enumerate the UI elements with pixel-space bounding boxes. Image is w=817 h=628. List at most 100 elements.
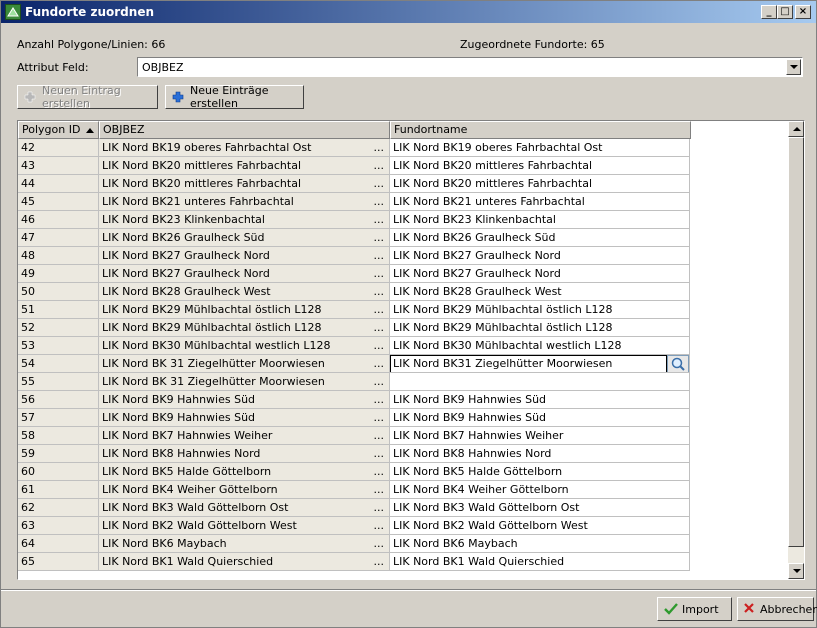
fundortname-edit-input[interactable]: LIK Nord BK31 Ziegelhütter Moorwiesen <box>390 355 667 372</box>
fundortname-cell[interactable]: LIK Nord BK4 Weiher Göttelborn <box>390 481 690 499</box>
table-row[interactable]: 56 LIK Nord BK9 Hahnwies Süd... LIK Nord B… <box>18 391 690 409</box>
vertical-scrollbar[interactable] <box>788 121 804 579</box>
ellipsis-button[interactable]: ... <box>374 193 385 210</box>
ellipsis-button[interactable]: ... <box>374 553 385 570</box>
fundortname-cell[interactable]: LIK Nord BK20 mittleres Fahrbachtal <box>390 157 690 175</box>
fundortname-cell[interactable]: LIK Nord BK6 Maybach <box>390 535 690 553</box>
scroll-up-button[interactable] <box>788 121 804 137</box>
table-row[interactable]: 64 LIK Nord BK6 Maybach... LIK Nord BK6 Ma… <box>18 535 690 553</box>
fundortname-cell[interactable]: LIK Nord BK19 oberes Fahrbachtal Ost <box>390 139 690 157</box>
fundortname-cell[interactable]: LIK Nord BK8 Hahnwies Nord <box>390 445 690 463</box>
ellipsis-button[interactable]: ... <box>374 373 385 390</box>
ellipsis-button[interactable]: ... <box>374 427 385 444</box>
column-header-fundortname[interactable]: Fundortname <box>390 121 691 139</box>
table-row[interactable]: 47 LIK Nord BK26 Graulheck Süd... LIK Nord… <box>18 229 690 247</box>
table-row[interactable]: 48 LIK Nord BK27 Graulheck Nord... LIK Nor… <box>18 247 690 265</box>
ellipsis-button[interactable]: ... <box>374 301 385 318</box>
fundortname-cell[interactable]: LIK Nord BK27 Graulheck Nord <box>390 265 690 283</box>
table-row[interactable]: 49 LIK Nord BK27 Graulheck Nord... LIK Nor… <box>18 265 690 283</box>
fundortname-cell[interactable]: LIK Nord BK3 Wald Göttelborn Ost <box>390 499 690 517</box>
new-entry-button[interactable]: Neuen Eintrag erstellen <box>17 84 158 110</box>
column-header-objbez[interactable]: OBJBEZ <box>99 121 390 139</box>
fundortname-cell[interactable]: LIK Nord BK27 Graulheck Nord <box>390 247 690 265</box>
table-row[interactable]: 65 LIK Nord BK1 Wald Quierschied... LIK No… <box>18 553 690 571</box>
minimize-button[interactable]: _ <box>761 5 777 19</box>
ellipsis-button[interactable]: ... <box>374 409 385 426</box>
import-button[interactable]: Import <box>657 597 732 621</box>
table-row[interactable]: 58 LIK Nord BK7 Hahnwies Weiher... LIK Nor… <box>18 427 690 445</box>
table-row[interactable]: 55 LIK Nord BK 31 Ziegelhütter Moorwiesen… <box>18 373 690 391</box>
maximize-button[interactable]: □ <box>777 5 793 19</box>
table-row[interactable]: 60 LIK Nord BK5 Halde Göttelborn... LIK No… <box>18 463 690 481</box>
table-row[interactable]: 52 LIK Nord BK29 Mühlbachtal östlich L128… <box>18 319 690 337</box>
table-row[interactable]: 43 LIK Nord BK20 mittleres Fahrbachtal...… <box>18 157 690 175</box>
polygon-id-cell: 58 <box>18 427 99 445</box>
ellipsis-button[interactable]: ... <box>374 445 385 462</box>
table-row[interactable]: 59 LIK Nord BK8 Hahnwies Nord... LIK Nord … <box>18 445 690 463</box>
polygon-id-cell: 54 <box>18 355 99 373</box>
fundortname-cell[interactable] <box>390 373 690 391</box>
scroll-thumb[interactable] <box>788 137 804 547</box>
arrow-up-icon <box>793 127 801 131</box>
fundortname-cell[interactable]: LIK Nord BK20 mittleres Fahrbachtal <box>390 175 690 193</box>
fundortname-cell[interactable]: LIK Nord BK7 Hahnwies Weiher <box>390 427 690 445</box>
polygon-id-cell: 51 <box>18 301 99 319</box>
table-row[interactable]: 53 LIK Nord BK30 Mühlbachtal westlich L12… <box>18 337 690 355</box>
fundortname-cell[interactable]: LIK Nord BK2 Wald Göttelborn West <box>390 517 690 535</box>
attribute-field-select[interactable]: OBJBEZ <box>137 57 803 77</box>
chevron-down-icon[interactable] <box>786 59 801 75</box>
fundortname-cell[interactable]: LIK Nord BK9 Hahnwies Süd <box>390 391 690 409</box>
table-row[interactable]: 54 LIK Nord BK 31 Ziegelhütter Moorwiesen… <box>18 355 690 373</box>
fundortname-cell[interactable]: LIK Nord BK9 Hahnwies Süd <box>390 409 690 427</box>
fundortname-cell[interactable]: LIK Nord BK29 Mühlbachtal östlich L128 <box>390 319 690 337</box>
table-row[interactable]: 50 LIK Nord BK28 Graulheck West... LIK Nor… <box>18 283 690 301</box>
scroll-down-button[interactable] <box>788 563 804 579</box>
table-row[interactable]: 45 LIK Nord BK21 unteres Fahrbachtal... LI… <box>18 193 690 211</box>
fundortname-cell[interactable]: LIK Nord BK1 Wald Quierschied <box>390 553 690 571</box>
fundortname-cell[interactable]: LIK Nord BK26 Graulheck Süd <box>390 229 690 247</box>
objbez-text: LIK Nord BK21 unteres Fahrbachtal <box>102 195 294 208</box>
ellipsis-button[interactable]: ... <box>374 265 385 282</box>
ellipsis-button[interactable]: ... <box>374 211 385 228</box>
fundortname-cell[interactable]: LIK Nord BK29 Mühlbachtal östlich L128 <box>390 301 690 319</box>
table-row[interactable]: 46 LIK Nord BK23 Klinkenbachtal... LIK Nor… <box>18 211 690 229</box>
table-row[interactable]: 61 LIK Nord BK4 Weiher Göttelborn... LIK N… <box>18 481 690 499</box>
fundortname-cell[interactable]: LIK Nord BK21 unteres Fahrbachtal <box>390 193 690 211</box>
objbez-cell: LIK Nord BK1 Wald Quierschied... <box>99 553 390 571</box>
ellipsis-button[interactable]: ... <box>374 517 385 534</box>
table-row[interactable]: 44 LIK Nord BK20 mittleres Fahrbachtal...… <box>18 175 690 193</box>
table-row[interactable]: 51 LIK Nord BK29 Mühlbachtal östlich L128… <box>18 301 690 319</box>
table-row[interactable]: 57 LIK Nord BK9 Hahnwies Süd... LIK Nord B… <box>18 409 690 427</box>
assignment-table[interactable]: Polygon ID OBJBEZ Fundortname 42 LIK Nord… <box>17 120 805 580</box>
ellipsis-button[interactable]: ... <box>374 481 385 498</box>
ellipsis-button[interactable]: ... <box>374 283 385 300</box>
table-row[interactable]: 63 LIK Nord BK2 Wald Göttelborn West... LI… <box>18 517 690 535</box>
ellipsis-button[interactable]: ... <box>374 247 385 264</box>
table-row[interactable]: 62 LIK Nord BK3 Wald Göttelborn Ost... LIK… <box>18 499 690 517</box>
ellipsis-button[interactable]: ... <box>374 175 385 192</box>
ellipsis-button[interactable]: ... <box>374 157 385 174</box>
ellipsis-button[interactable]: ... <box>374 229 385 246</box>
attribute-field-label: Attribut Feld: <box>17 61 89 74</box>
column-header-polygon-id[interactable]: Polygon ID <box>18 121 99 139</box>
new-entries-button[interactable]: Neue Einträge erstellen <box>165 84 304 110</box>
objbez-text: LIK Nord BK29 Mühlbachtal östlich L128 <box>102 321 322 334</box>
title-bar[interactable]: Fundorte zuordnen _ □ × <box>1 1 816 23</box>
ellipsis-button[interactable]: ... <box>374 463 385 480</box>
close-button[interactable]: × <box>795 5 811 19</box>
ellipsis-button[interactable]: ... <box>374 355 385 372</box>
fundortname-cell[interactable]: LIK Nord BK28 Graulheck West <box>390 283 690 301</box>
ellipsis-button[interactable]: ... <box>374 139 385 156</box>
ellipsis-button[interactable]: ... <box>374 535 385 552</box>
ellipsis-button[interactable]: ... <box>374 337 385 354</box>
fundortname-cell[interactable]: LIK Nord BK5 Halde Göttelborn <box>390 463 690 481</box>
table-row[interactable]: 42 LIK Nord BK19 oberes Fahrbachtal Ost..… <box>18 139 690 157</box>
fundortname-cell[interactable]: LIK Nord BK31 Ziegelhütter Moorwiesen <box>390 355 690 373</box>
cancel-button[interactable]: Abbrechen <box>737 597 817 621</box>
search-button[interactable] <box>667 355 689 372</box>
fundortname-cell[interactable]: LIK Nord BK30 Mühlbachtal westlich L128 <box>390 337 690 355</box>
ellipsis-button[interactable]: ... <box>374 499 385 516</box>
fundortname-cell[interactable]: LIK Nord BK23 Klinkenbachtal <box>390 211 690 229</box>
ellipsis-button[interactable]: ... <box>374 391 385 408</box>
ellipsis-button[interactable]: ... <box>374 319 385 336</box>
